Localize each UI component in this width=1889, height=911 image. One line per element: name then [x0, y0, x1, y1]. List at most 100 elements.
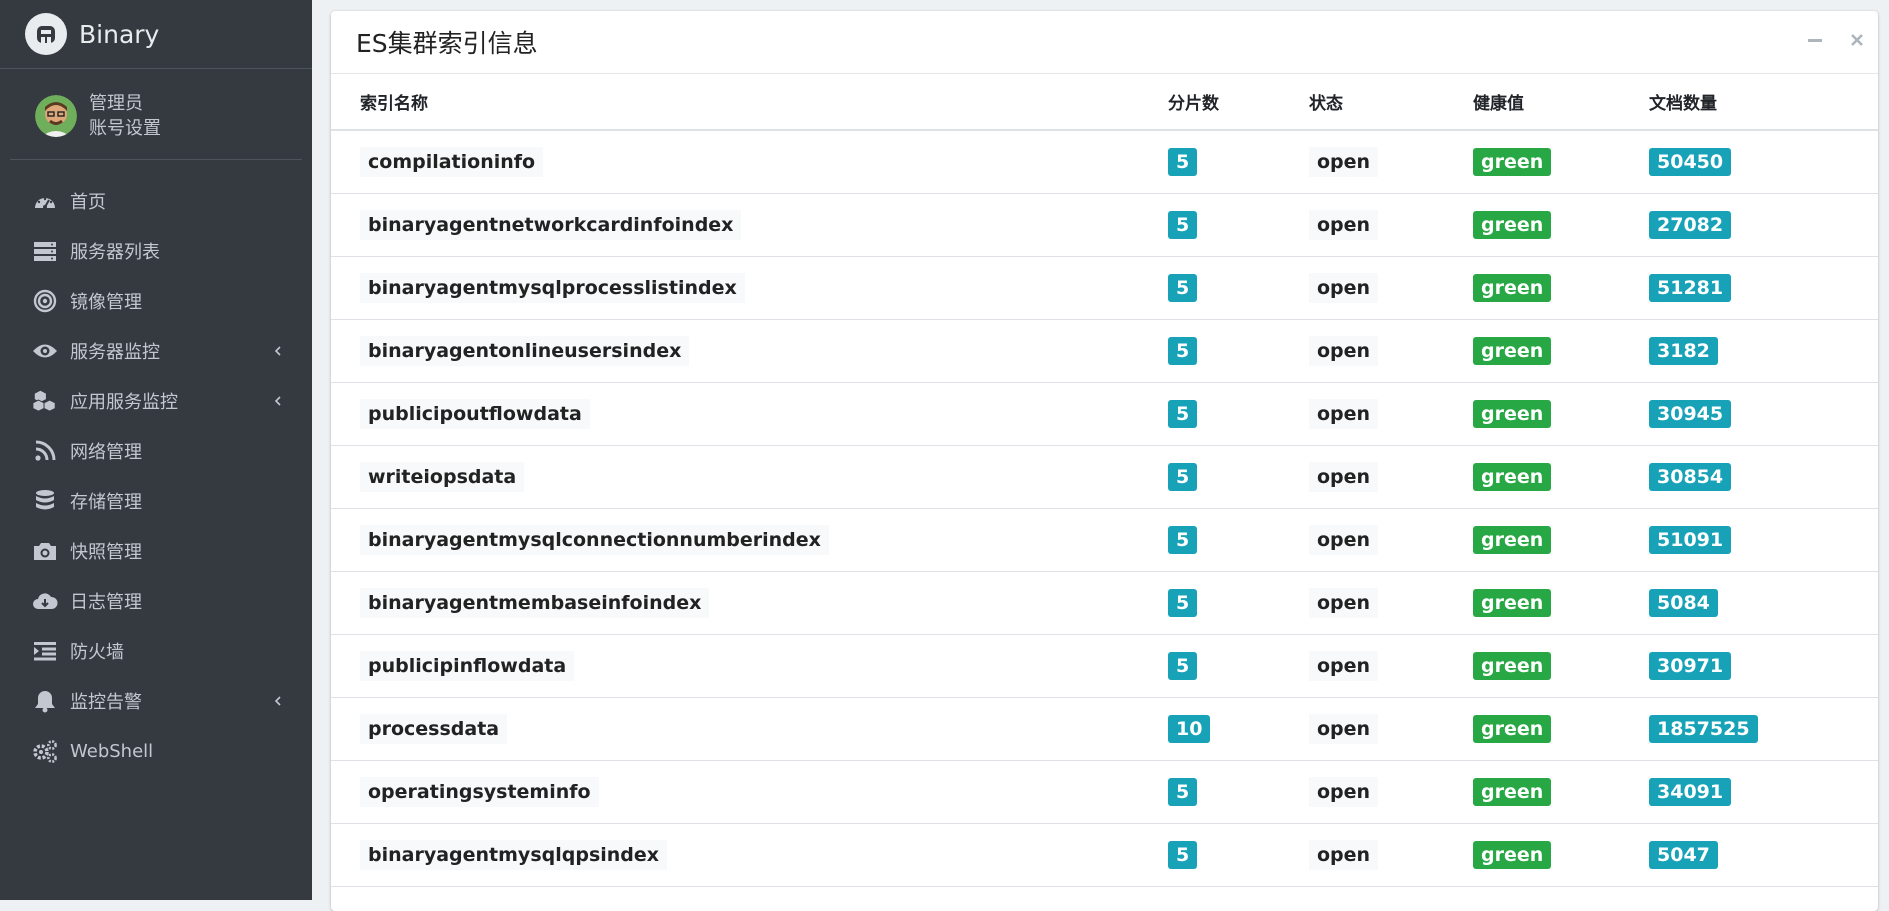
nav-item-app-service-monitor[interactable]: 应用服务监控	[0, 376, 312, 426]
chevron-left-icon	[274, 696, 281, 706]
status-cell: open	[1309, 193, 1473, 257]
index-name-cell: processdata	[331, 697, 1168, 761]
nav-item-webshell[interactable]: WebShell	[0, 726, 312, 776]
nav-item-image-management[interactable]: 镜像管理	[0, 276, 312, 326]
status-text: open	[1309, 399, 1379, 429]
status-text: open	[1309, 210, 1379, 240]
index-name-cell: publicipoutflowdata	[331, 382, 1168, 446]
health-badge: green	[1473, 778, 1552, 806]
nav-item-storage-management[interactable]: 存储管理	[0, 476, 312, 526]
index-name-cell: writeiopsdata	[331, 445, 1168, 509]
nav-item-monitor-alerts[interactable]: 监控告警	[0, 676, 312, 726]
table-row: binaryagentmysqlprocesslistindex 5 open gre…	[331, 256, 1878, 320]
card-tools	[1806, 31, 1866, 49]
nav-item-server-monitor[interactable]: 服务器监控	[0, 326, 312, 376]
avatar	[35, 95, 77, 137]
cubes-icon	[32, 388, 58, 414]
doc-count-badge: 30971	[1649, 652, 1732, 680]
nav-item-server-list[interactable]: 服务器列表	[0, 226, 312, 276]
shards-cell: 5	[1168, 382, 1309, 446]
table-row: binaryagentmembaseinfoindex 5 open green 508…	[331, 571, 1878, 635]
nav-item-snapshot-management[interactable]: 快照管理	[0, 526, 312, 576]
doc-count-cell: 5084	[1649, 571, 1878, 635]
health-badge: green	[1473, 400, 1552, 428]
close-button[interactable]	[1848, 31, 1866, 49]
nav-item-network-management[interactable]: 网络管理	[0, 426, 312, 476]
index-name-cell: binaryagentmysqlprocesslistindex	[331, 256, 1168, 320]
card-header: ES集群索引信息	[331, 11, 1878, 74]
status-cell: open	[1309, 571, 1473, 635]
health-cell: green	[1473, 697, 1649, 761]
table-row: processdata 10 open green 1857525	[331, 697, 1878, 761]
nav-item-firewall[interactable]: 防火墙	[0, 626, 312, 676]
table-row: writeiopsdata 5 open green 30854	[331, 445, 1878, 509]
shards-badge: 5	[1168, 337, 1198, 365]
account-settings-link[interactable]: 账号设置	[89, 116, 161, 141]
user-name: 管理员	[89, 93, 143, 114]
nav-label: 监控告警	[70, 692, 142, 713]
table-row: binaryagentnetworkcardinfoindex 5 open gree…	[331, 193, 1878, 257]
index-table: 索引名称 分片数 状态 健康值 文档数量 compilationinfo 5 ope…	[331, 74, 1878, 887]
shards-badge: 5	[1168, 589, 1198, 617]
doc-count-cell: 30971	[1649, 634, 1878, 698]
shards-badge: 5	[1168, 211, 1198, 239]
table-row: binaryagentonlineusersindex 5 open green 318…	[331, 319, 1878, 383]
health-cell: green	[1473, 634, 1649, 698]
status-cell: open	[1309, 508, 1473, 572]
brand-logo	[25, 13, 67, 55]
shards-badge: 5	[1168, 463, 1198, 491]
health-badge: green	[1473, 274, 1552, 302]
doc-count-cell: 27082	[1649, 193, 1878, 257]
index-name-cell: binaryagentmysqlconnectionnumberindex	[331, 508, 1168, 572]
status-text: open	[1309, 147, 1379, 177]
table-row: compilationinfo 5 open green 50450	[331, 130, 1878, 194]
shards-badge: 5	[1168, 778, 1198, 806]
shards-badge: 5	[1168, 841, 1198, 869]
server-icon	[32, 238, 58, 264]
table-row: publicipinflowdata 5 open green 30971	[331, 634, 1878, 698]
doc-count-cell: 34091	[1649, 760, 1878, 824]
status-text: open	[1309, 336, 1379, 366]
nav-label: 首页	[70, 192, 106, 213]
doc-count-badge: 30854	[1649, 463, 1732, 491]
doc-count-cell: 3182	[1649, 319, 1878, 383]
status-text: open	[1309, 273, 1379, 303]
doc-count-badge: 27082	[1649, 211, 1732, 239]
doc-count-badge: 3182	[1649, 337, 1718, 365]
rss-icon	[32, 438, 58, 464]
status-cell: open	[1309, 823, 1473, 887]
nav-item-home[interactable]: 首页	[0, 176, 312, 226]
brand[interactable]: Binary	[0, 0, 312, 69]
status-cell: open	[1309, 256, 1473, 320]
collapse-button[interactable]	[1806, 31, 1824, 49]
health-badge: green	[1473, 589, 1552, 617]
shards-badge: 5	[1168, 400, 1198, 428]
nav-label: WebShell	[70, 740, 154, 762]
nav-item-log-management[interactable]: 日志管理	[0, 576, 312, 626]
doc-count-badge: 5047	[1649, 841, 1718, 869]
target-icon	[32, 288, 58, 314]
health-badge: green	[1473, 148, 1552, 176]
health-cell: green	[1473, 823, 1649, 887]
health-badge: green	[1473, 211, 1552, 239]
doc-count-badge: 51281	[1649, 274, 1732, 302]
cogs-icon	[32, 738, 58, 764]
nav-label: 镜像管理	[70, 292, 142, 313]
index-name: binaryagentnetworkcardinfoindex	[360, 210, 742, 240]
shards-badge: 5	[1168, 526, 1198, 554]
index-name-cell: binaryagentnetworkcardinfoindex	[331, 193, 1168, 257]
doc-count-cell: 50450	[1649, 130, 1878, 194]
status-text: open	[1309, 777, 1379, 807]
index-name: operatingsysteminfo	[360, 777, 599, 807]
health-cell: green	[1473, 319, 1649, 383]
health-badge: green	[1473, 337, 1552, 365]
shards-badge: 5	[1168, 652, 1198, 680]
index-name: binaryagentonlineusersindex	[360, 336, 690, 366]
doc-count-badge: 51091	[1649, 526, 1732, 554]
doc-count-badge: 5084	[1649, 589, 1718, 617]
shards-cell: 5	[1168, 823, 1309, 887]
table-row: binaryagentmysqlqpsindex 5 open green 5047	[331, 823, 1878, 887]
shards-badge: 5	[1168, 148, 1198, 176]
nav-label: 快照管理	[70, 542, 142, 563]
nav-label: 服务器监控	[70, 342, 160, 363]
